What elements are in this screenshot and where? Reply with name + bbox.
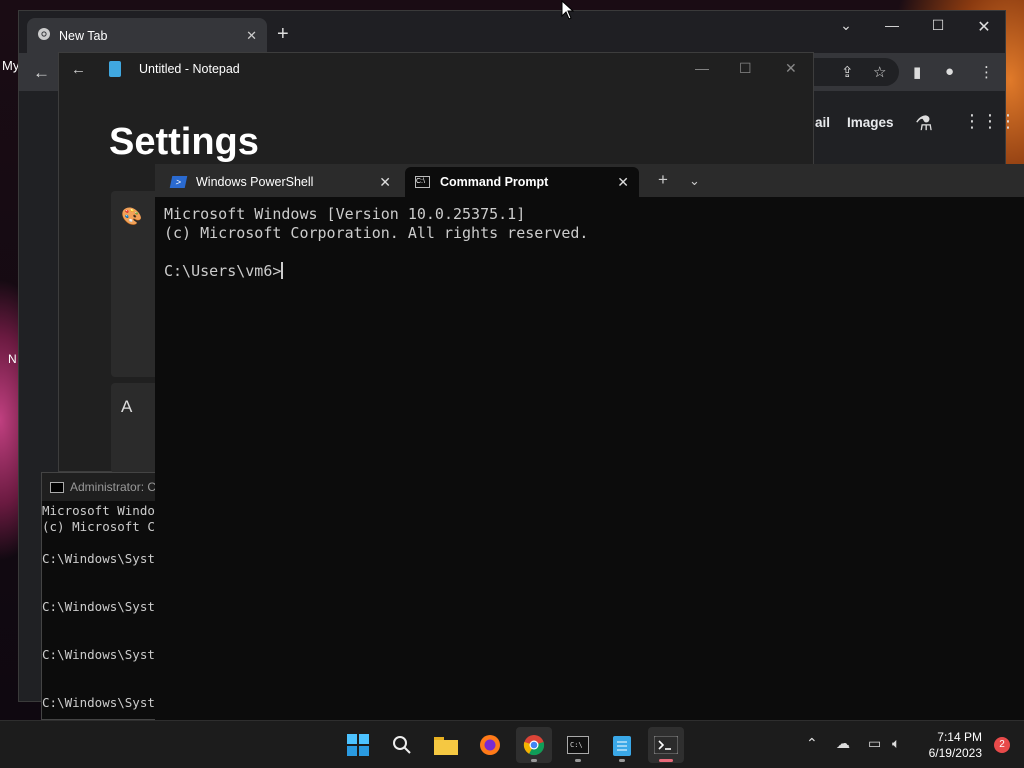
apps-grid-icon[interactable]: ⋮⋮⋮ <box>963 111 1017 132</box>
search-button[interactable] <box>384 727 420 763</box>
minimize-button[interactable]: — <box>869 17 915 33</box>
maximize-button[interactable]: ☐ <box>915 17 961 34</box>
chrome-favicon-icon <box>37 27 51 44</box>
side-panel-icon[interactable]: ▮ <box>913 63 921 81</box>
tab-label: Command Prompt <box>440 175 549 189</box>
page-title: Settings <box>109 121 259 163</box>
mouse-cursor-icon <box>561 0 575 20</box>
clock-time: 7:14 PM <box>937 730 982 744</box>
active-indicator <box>659 759 673 762</box>
close-window-button[interactable]: ✕ <box>961 17 1007 37</box>
terminal-tabbar: > Windows PowerShell ✕ C:\ Command Promp… <box>155 164 1024 197</box>
chevron-down-icon[interactable]: ⌄ <box>689 173 700 189</box>
console-line: (c) Microsoft C <box>42 519 155 534</box>
back-arrow-icon[interactable]: ← <box>71 61 86 78</box>
chrome-button[interactable] <box>516 727 552 763</box>
desktop-icon-label[interactable]: My <box>2 58 19 73</box>
back-arrow-icon[interactable]: ← <box>33 63 50 83</box>
images-link[interactable]: Images <box>847 115 894 130</box>
firefox-button[interactable] <box>472 727 508 763</box>
tab-powershell[interactable]: > Windows PowerShell ✕ <box>161 167 401 197</box>
font-icon: A <box>121 397 133 416</box>
cmd-icon <box>50 481 64 493</box>
running-indicator <box>531 759 537 762</box>
cmd-icon: C:\ <box>415 176 430 188</box>
labs-flask-icon[interactable]: ⚗ <box>915 111 933 136</box>
window-title: Untitled - Notepad <box>139 62 240 76</box>
terminal-icon: C:\ <box>567 736 589 754</box>
notepad-icon <box>613 736 631 756</box>
notepad-app-icon <box>109 61 121 77</box>
profile-icon[interactable]: ● <box>945 63 954 80</box>
window-title: Administrator: C <box>70 480 157 494</box>
file-explorer-button[interactable] <box>428 727 464 763</box>
running-indicator <box>575 759 581 762</box>
onedrive-cloud-icon[interactable]: ☁ <box>836 735 850 752</box>
new-tab-button[interactable]: + <box>277 23 289 46</box>
console-text: Microsoft Windows [Version 10.0.25375.1]… <box>164 205 589 280</box>
text-cursor <box>281 262 284 279</box>
menu-kebab-icon[interactable]: ⋮ <box>979 63 994 81</box>
notepad-button[interactable] <box>604 727 640 763</box>
clock[interactable]: 7:14 PM 6/19/2023 <box>929 729 982 761</box>
search-icon <box>393 736 411 754</box>
chrome-tab[interactable]: New Tab ✕ <box>27 18 267 53</box>
close-window-button[interactable]: ✕ <box>785 60 797 77</box>
console-line: Microsoft Windo <box>42 503 155 518</box>
console-line: C:\Windows\Syst <box>42 551 155 566</box>
gmail-link[interactable]: ail <box>815 115 830 130</box>
close-tab-icon[interactable]: ✕ <box>379 174 391 191</box>
tab-command-prompt[interactable]: C:\ Command Prompt ✕ <box>405 167 639 197</box>
tab-search-icon[interactable]: ⌄ <box>823 17 869 34</box>
windows-terminal-window[interactable]: > Windows PowerShell ✕ C:\ Command Promp… <box>155 164 1024 720</box>
notification-badge[interactable]: 2 <box>994 737 1010 753</box>
terminal-output[interactable]: Microsoft Windows [Version 10.0.25375.1]… <box>164 205 588 281</box>
svg-text:C:\: C:\ <box>570 741 583 749</box>
console-line: C:\Windows\Syst <box>42 599 155 614</box>
chrome-tabstrip: New Tab ✕ + ⌄ — ☐ ✕ <box>19 11 1005 53</box>
clock-date: 6/19/2023 <box>928 746 982 760</box>
palette-icon: 🎨 <box>121 207 143 226</box>
windows-terminal-icon <box>654 736 678 754</box>
share-icon[interactable]: ⇪ <box>841 63 854 81</box>
chrome-tab-title: New Tab <box>59 28 108 43</box>
close-tab-icon[interactable]: ✕ <box>246 28 257 44</box>
powershell-icon: > <box>169 176 188 188</box>
chevron-up-icon[interactable]: ⌃ <box>806 735 818 752</box>
bookmark-star-icon[interactable]: ☆ <box>873 63 886 81</box>
chrome-icon <box>523 735 545 756</box>
new-tab-button[interactable]: + <box>658 170 668 190</box>
tab-label: Windows PowerShell <box>196 175 314 189</box>
volume-icon[interactable]: 🔈︎ <box>892 735 900 752</box>
maximize-button[interactable]: ☐ <box>739 60 752 77</box>
console-line: C:\Windows\Syst <box>42 695 155 710</box>
terminal-pinned-button[interactable]: C:\ <box>560 727 596 763</box>
start-button[interactable] <box>340 727 376 763</box>
desktop-icon-label[interactable]: N <box>8 352 17 366</box>
folder-icon <box>434 737 458 755</box>
close-tab-icon[interactable]: ✕ <box>617 174 629 191</box>
taskbar: C:\ ⌃ ☁ ▭ 🔈︎ 7:14 PM 6/19/2023 2 <box>0 720 1024 768</box>
network-icon[interactable]: ▭ <box>868 735 881 752</box>
running-indicator <box>619 759 625 762</box>
console-line: C:\Windows\Syst <box>42 647 155 662</box>
windows-logo-icon <box>347 734 369 756</box>
windows-terminal-button[interactable] <box>648 727 684 763</box>
minimize-button[interactable]: — <box>695 60 709 76</box>
firefox-icon <box>480 735 500 755</box>
